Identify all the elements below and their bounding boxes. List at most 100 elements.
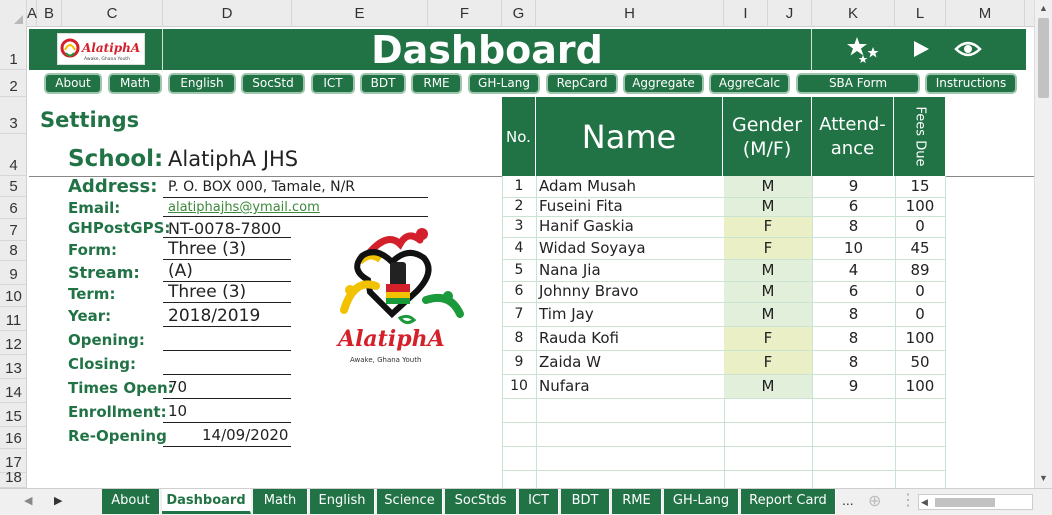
row-header-13[interactable]: 13 (0, 355, 27, 379)
cell-no[interactable]: 1 (502, 176, 536, 197)
cell-attendance[interactable]: 8 (812, 326, 895, 350)
column-header-j[interactable]: J (768, 0, 812, 27)
table-row[interactable]: 2 Fuseini Fita M 6 100 (502, 197, 945, 216)
row-header-10[interactable]: 10 (0, 285, 27, 307)
cell-fees[interactable]: 0 (895, 302, 945, 326)
stream-value[interactable]: (A) (168, 261, 193, 281)
scroll-down-icon[interactable]: ▼ (1035, 470, 1052, 487)
column-header-b[interactable]: B (37, 0, 62, 27)
horizontal-scrollbar[interactable]: ◀ (918, 494, 1033, 510)
cell-no[interactable]: 8 (502, 326, 536, 350)
row-header-5[interactable]: 5 (0, 176, 27, 197)
cell-no[interactable]: 9 (502, 350, 536, 374)
cell-gender[interactable]: M (724, 197, 812, 216)
cell-gender[interactable]: M (724, 374, 812, 398)
cell-fees[interactable]: 0 (895, 216, 945, 237)
ghpostgps-value[interactable]: NT-0078-7800 (168, 219, 281, 238)
column-header-m[interactable]: M (946, 0, 1025, 27)
horizontal-scroll-thumb[interactable] (935, 498, 995, 507)
column-header-f[interactable]: F (428, 0, 502, 27)
sheet-tab-about[interactable]: About (102, 489, 160, 514)
tab-scroll-left-icon[interactable]: ◀ (24, 494, 32, 507)
table-row[interactable]: 9 Zaida W F 8 50 (502, 350, 945, 374)
cell-fees[interactable]: 100 (895, 326, 945, 350)
nav-button-instructions[interactable]: Instructions (925, 73, 1017, 94)
nav-button-sba-form[interactable]: SBA Form (796, 73, 920, 94)
email-value[interactable]: alatiphajhs@ymail.com (168, 200, 320, 215)
cell-name[interactable]: Zaida W (539, 350, 719, 374)
row-header-6[interactable]: 6 (0, 197, 27, 219)
sheet-tab-report-card[interactable]: Report Card (741, 489, 836, 514)
row-header-1[interactable]: 1 (0, 27, 27, 70)
cell-gender[interactable]: M (724, 176, 812, 197)
select-all-button[interactable] (0, 0, 27, 27)
sheet-tab-socstds[interactable]: SocStds (445, 489, 517, 514)
cell-no[interactable]: 5 (502, 259, 536, 281)
table-row[interactable]: 8 Rauda Kofi F 8 100 (502, 326, 945, 350)
table-row[interactable]: 1 Adam Musah M 9 15 (502, 176, 945, 197)
cell-name[interactable]: Tim Jay (539, 302, 719, 326)
sheet-tab-english[interactable]: English (310, 489, 375, 514)
column-header-e[interactable]: E (292, 0, 428, 27)
row-header-12[interactable]: 12 (0, 331, 27, 355)
nav-button-ict[interactable]: ICT (311, 73, 355, 94)
cell-name[interactable]: Nufara (539, 374, 719, 398)
row-header-9[interactable]: 9 (0, 261, 27, 285)
cell-gender[interactable]: F (724, 237, 812, 259)
sheet-tab-ict[interactable]: ICT (519, 489, 559, 514)
cell-no[interactable]: 7 (502, 302, 536, 326)
times-open-value[interactable]: 70 (168, 378, 187, 396)
column-header-d[interactable]: D (163, 0, 292, 27)
row-header-2[interactable]: 2 (0, 70, 27, 97)
row-header-7[interactable]: 7 (0, 219, 27, 241)
table-row[interactable]: 3 Hanif Gaskia F 8 0 (502, 216, 945, 237)
column-header-a[interactable]: A (27, 0, 37, 27)
cell-gender[interactable]: F (724, 326, 812, 350)
row-header-14[interactable]: 14 (0, 379, 27, 403)
year-value[interactable]: 2018/2019 (168, 306, 260, 326)
play-icon[interactable] (901, 29, 941, 70)
add-sheet-icon[interactable]: ⊕ (868, 491, 881, 511)
nav-button-rme[interactable]: RME (411, 73, 462, 94)
cell-gender[interactable]: F (724, 216, 812, 237)
sheet-tab-bdt[interactable]: BDT (561, 489, 610, 514)
table-row[interactable]: 5 Nana Jia M 4 89 (502, 259, 945, 281)
cell-no[interactable]: 3 (502, 216, 536, 237)
nav-button-socstd[interactable]: SocStd (241, 73, 305, 94)
cell-no[interactable]: 2 (502, 197, 536, 216)
row-header-11[interactable]: 11 (0, 307, 27, 331)
nav-button-repcard[interactable]: RepCard (546, 73, 618, 94)
cell-fees[interactable]: 0 (895, 281, 945, 302)
cell-attendance[interactable]: 6 (812, 197, 895, 216)
enrollment-value[interactable]: 10 (168, 402, 187, 420)
address-value[interactable]: P. O. BOX 000, Tamale, N/R (168, 179, 355, 195)
table-row[interactable]: 10 Nufara M 9 100 (502, 374, 945, 398)
cell-gender[interactable]: M (724, 259, 812, 281)
column-header-i[interactable]: I (724, 0, 768, 27)
form-value[interactable]: Three (3) (168, 239, 246, 259)
vertical-scrollbar[interactable]: ▲ ▼ (1034, 0, 1052, 488)
table-row[interactable]: 7 Tim Jay M 8 0 (502, 302, 945, 326)
stars-icon[interactable] (839, 29, 887, 70)
scroll-up-icon[interactable]: ▲ (1035, 0, 1052, 17)
sheet-tab-science[interactable]: Science (377, 489, 443, 514)
cell-name[interactable]: Hanif Gaskia (539, 216, 719, 237)
tab-splitter-icon[interactable]: ⋮ (900, 490, 916, 510)
nav-button-aggregate[interactable]: Aggregate (623, 73, 704, 94)
column-header-k[interactable]: K (812, 0, 895, 27)
cell-name[interactable]: Rauda Kofi (539, 326, 719, 350)
cell-name[interactable]: Adam Musah (539, 176, 719, 197)
cell-fees[interactable]: 50 (895, 350, 945, 374)
table-row[interactable]: 6 Johnny Bravo M 6 0 (502, 281, 945, 302)
cell-name[interactable]: Fuseini Fita (539, 197, 719, 216)
cell-no[interactable]: 4 (502, 237, 536, 259)
tab-scroll-right-icon[interactable]: ▶ (54, 494, 62, 507)
nav-button-bdt[interactable]: BDT (360, 73, 406, 94)
row-header-3[interactable]: 3 (0, 97, 27, 134)
cell-attendance[interactable]: 8 (812, 350, 895, 374)
nav-button-about[interactable]: About (44, 73, 102, 94)
more-tabs-button[interactable]: ... (842, 492, 854, 508)
cell-gender[interactable]: M (724, 281, 812, 302)
row-header-15[interactable]: 15 (0, 403, 27, 427)
column-header-g[interactable]: G (502, 0, 536, 27)
